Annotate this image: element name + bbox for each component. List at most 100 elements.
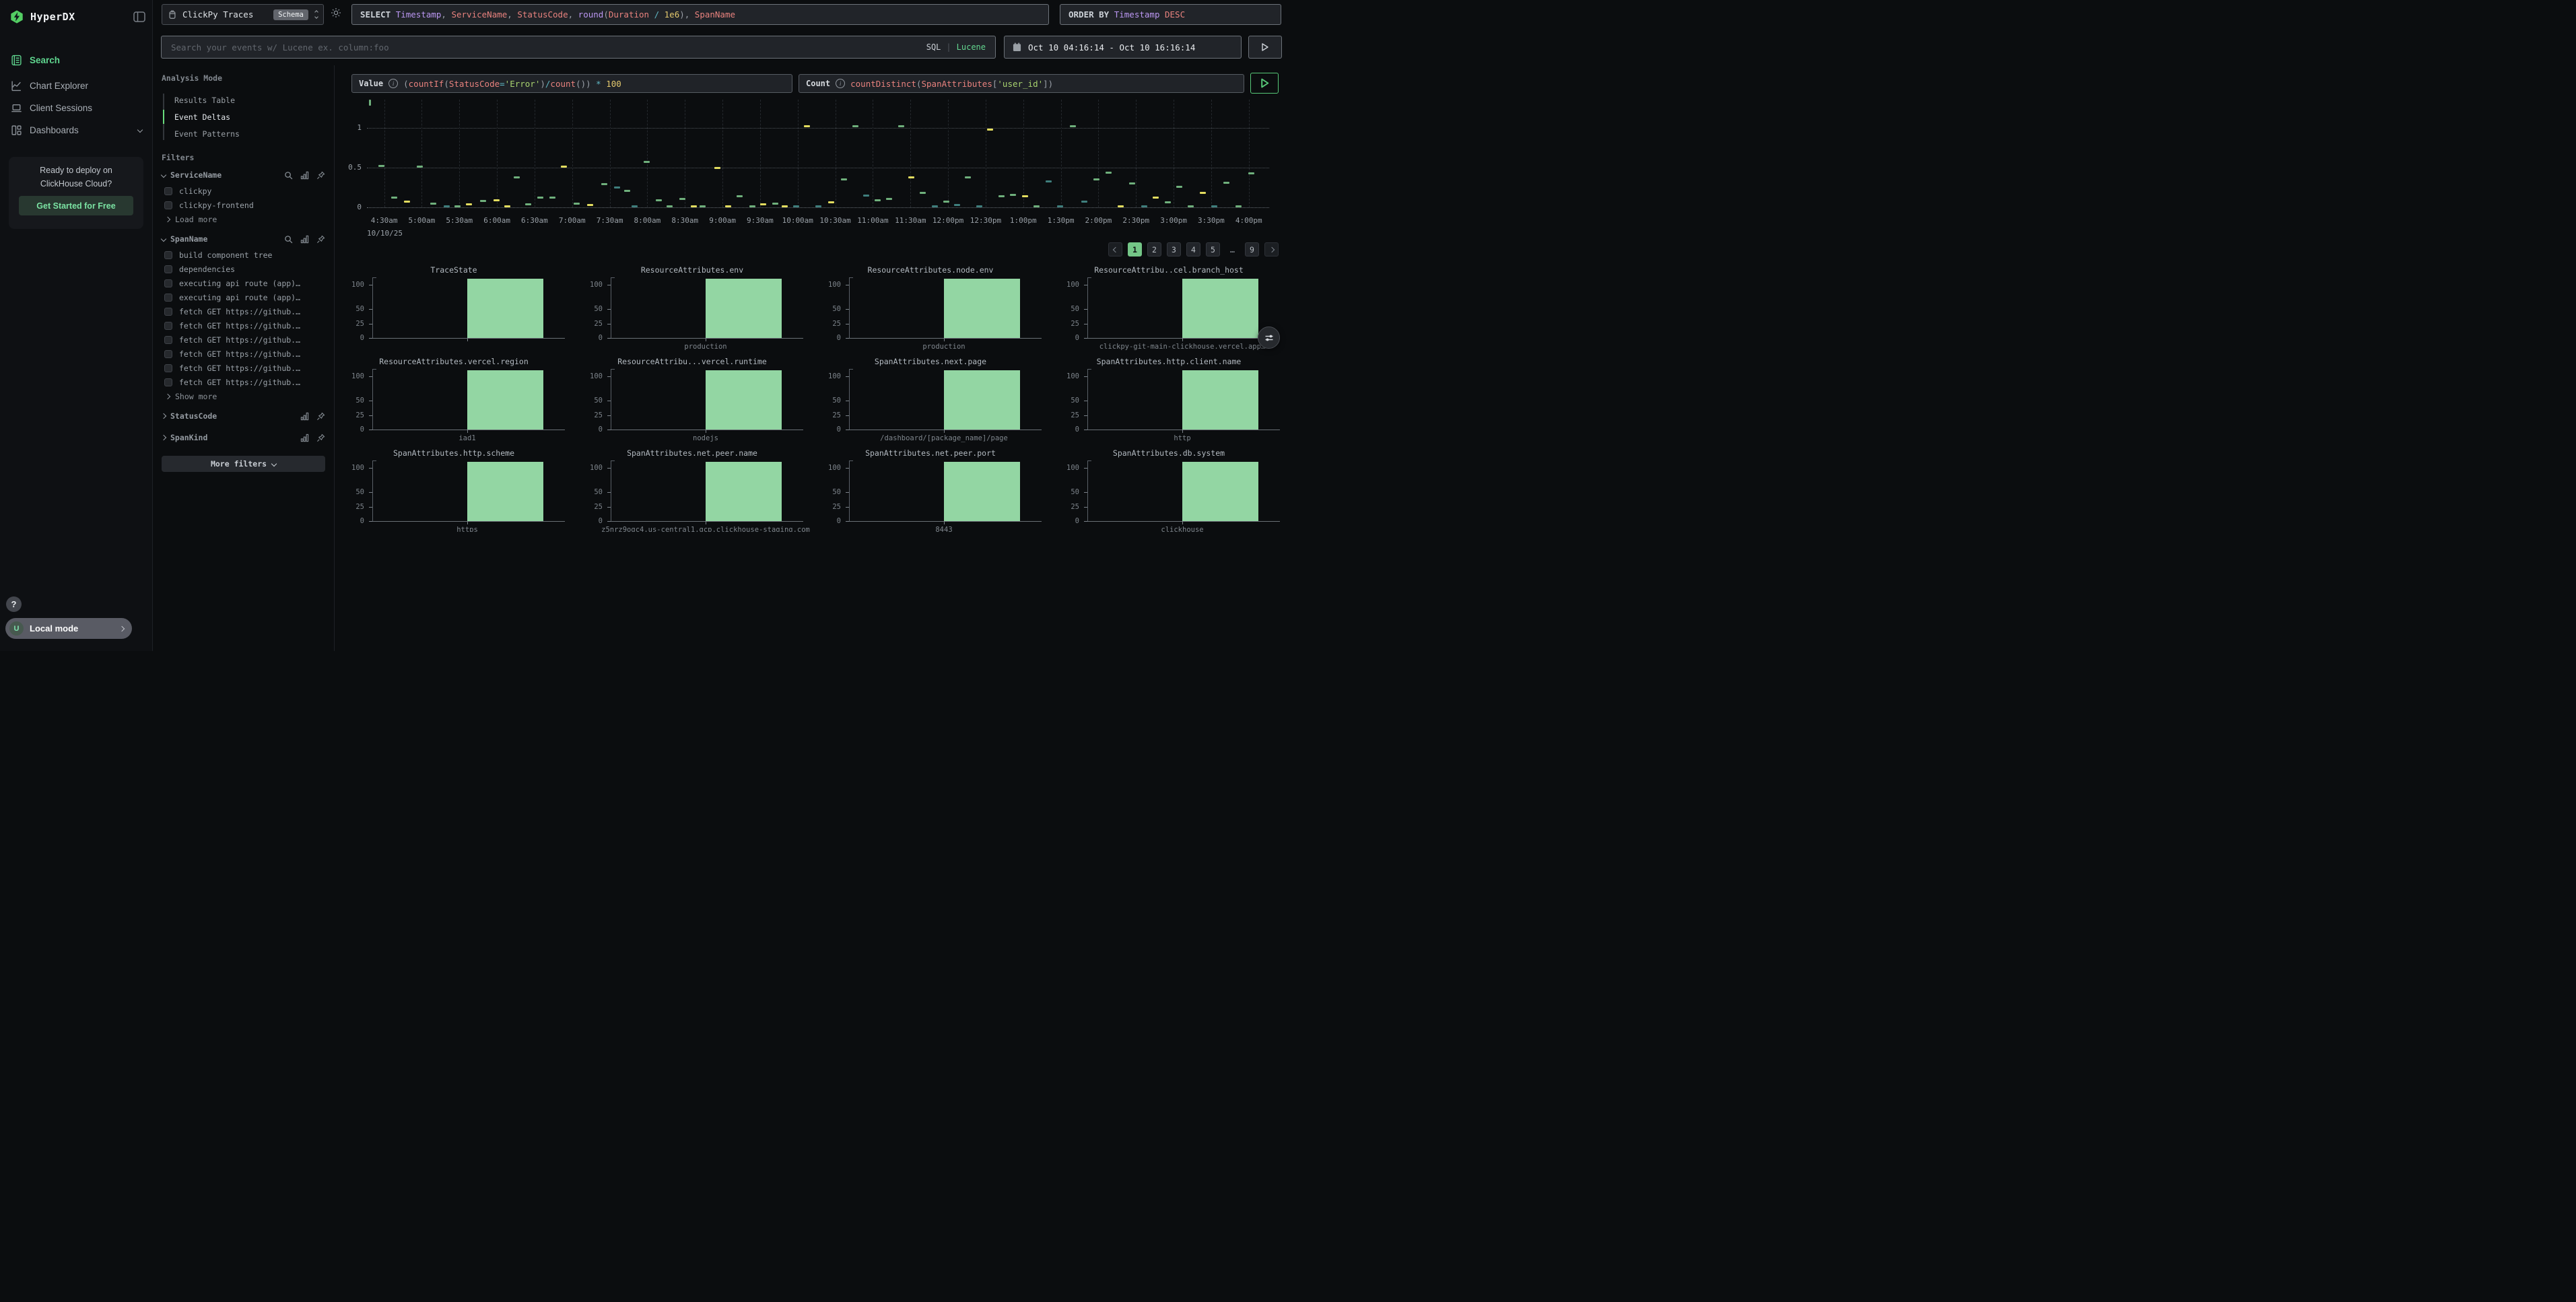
sidebar-collapse-icon[interactable] [133,11,145,22]
gridline [910,100,911,207]
filter-option[interactable]: fetch GET https://github.… [162,304,325,318]
pagination-page-4[interactable]: 4 [1186,242,1200,256]
filter-option[interactable]: fetch GET https://github.… [162,333,325,347]
checkbox[interactable] [164,378,172,386]
order-by-input[interactable]: ORDER BY Timestamp DESC [1060,4,1281,25]
data-mark [863,195,869,197]
y-axis-line [1087,277,1088,338]
pin-icon[interactable] [316,412,325,421]
y-tick-label: 100 [335,464,364,472]
bars-icon[interactable] [300,235,309,244]
pin-icon[interactable] [316,171,325,180]
value-expression-input[interactable]: Value i (countIf(StatusCode='Error')/cou… [351,74,792,93]
bars-icon[interactable] [300,412,309,421]
date-range-picker[interactable]: Oct 10 04:16:14 - Oct 10 16:16:14 [1004,36,1242,59]
sidebar-item-dashboards[interactable]: Dashboards [0,120,153,140]
filter-option-label: fetch GET https://github.… [179,349,300,359]
sidebar-item-chart-explorer[interactable]: Chart Explorer [0,75,153,96]
checkbox[interactable] [164,201,172,209]
filter-group-header[interactable]: ServiceName [162,166,325,184]
data-mark [466,203,472,205]
mini-chart-resourceattributes-vercel-region: ResourceAttributes.vercel.region10050250… [335,355,573,447]
y-axis-line [372,369,373,430]
filter-option[interactable]: fetch GET https://github.… [162,318,325,333]
help-button[interactable]: ? [6,596,22,612]
pagination-prev[interactable] [1108,242,1122,256]
pagination-page-5[interactable]: 5 [1206,242,1220,256]
x-tick-label: 6:30am [521,216,548,225]
checkbox[interactable] [164,187,172,195]
pin-icon[interactable] [316,434,325,442]
sidebar-item-search[interactable]: Search [0,50,153,70]
pin-icon[interactable] [316,235,325,244]
pagination-next[interactable] [1264,242,1279,256]
data-mark [378,165,384,167]
analysis-mode-results-table[interactable]: Results Table [163,92,325,108]
y-tick [607,492,611,493]
checkbox[interactable] [164,336,172,344]
filter-option[interactable]: build component tree [162,248,325,262]
mini-chart-title: SpanAttributes.next.page [811,357,1050,366]
filter-option[interactable]: fetch GET https://github.… [162,361,325,375]
x-category-label: /dashboard/[package_name]/page [880,434,1008,442]
bars-icon[interactable] [300,434,309,442]
filter-option[interactable]: fetch GET https://github.… [162,375,325,389]
filter-group-header[interactable]: StatusCode [162,407,325,425]
search-input[interactable] [171,42,926,53]
data-mark [480,200,486,202]
filter-option-label: dependencies [179,265,235,274]
checkbox[interactable] [164,322,172,330]
source-select[interactable]: ClickPy Traces Schema [162,4,324,25]
local-mode-button[interactable]: U Local mode [5,618,132,639]
filter-option[interactable]: executing api route (app)… [162,276,325,290]
get-started-button[interactable]: Get Started for Free [19,196,133,215]
select-clause-input[interactable]: SELECT Timestamp, ServiceName, StatusCod… [351,4,1049,25]
bar [1182,279,1258,338]
bars-icon[interactable] [300,171,309,180]
search-icon[interactable] [284,171,293,180]
analysis-mode-event-patterns[interactable]: Event Patterns [163,125,325,142]
mode-lucene[interactable]: Lucene [957,42,986,52]
pagination-page-9[interactable]: 9 [1245,242,1259,256]
filter-option[interactable]: dependencies [162,262,325,276]
load-more-button[interactable]: Load more [162,212,325,226]
filter-group-header[interactable]: SpanKind [162,429,325,446]
chart-settings-fab[interactable] [1258,327,1280,349]
checkbox[interactable] [164,251,172,259]
mode-sql[interactable]: SQL [926,42,941,52]
show-more-button[interactable]: Show more [162,389,325,403]
pagination-page-2[interactable]: 2 [1147,242,1161,256]
sidebar-item-client-sessions[interactable]: Client Sessions [0,98,153,118]
filter-option[interactable]: clickpy [162,184,325,198]
checkbox[interactable] [164,279,172,287]
filter-option[interactable]: clickpy-frontend [162,198,325,212]
checkbox[interactable] [164,308,172,316]
search-icon[interactable] [284,235,293,244]
checkbox[interactable] [164,364,172,372]
y-tick-label: 0 [1050,425,1079,434]
analysis-mode-event-deltas[interactable]: Event Deltas [163,108,325,125]
filter-option[interactable]: fetch GET https://github.… [162,347,325,361]
x-tick-label: 5:00am [409,216,436,225]
data-mark [494,199,500,201]
more-filters-button[interactable]: More filters [162,456,325,472]
mini-chart-resourceattribu-vercel-runtime: ResourceAttribu...vercel.runtime10050250… [573,355,811,447]
info-icon[interactable]: i [388,79,398,88]
gear-icon[interactable] [330,7,342,19]
y-tick [846,468,849,469]
chevron-right-icon [161,435,166,440]
checkbox[interactable] [164,265,172,273]
info-icon[interactable]: i [836,79,845,88]
pagination-page-1[interactable]: 1 [1128,242,1142,256]
filter-option[interactable]: executing api route (app)… [162,290,325,304]
checkbox[interactable] [164,350,172,358]
filter-group-servicename: ServiceNameclickpyclickpy-frontendLoad m… [162,166,325,226]
pagination-page-3[interactable]: 3 [1167,242,1181,256]
data-mark [404,201,410,203]
count-expression-input[interactable]: Count i countDistinct(SpanAttributes['us… [799,74,1244,93]
filter-group-header[interactable]: SpanName [162,230,325,248]
search-run-button[interactable] [1248,36,1282,59]
query-language-toggle[interactable]: SQL | Lucene [926,42,986,52]
run-query-button[interactable] [1250,73,1279,94]
checkbox[interactable] [164,294,172,302]
